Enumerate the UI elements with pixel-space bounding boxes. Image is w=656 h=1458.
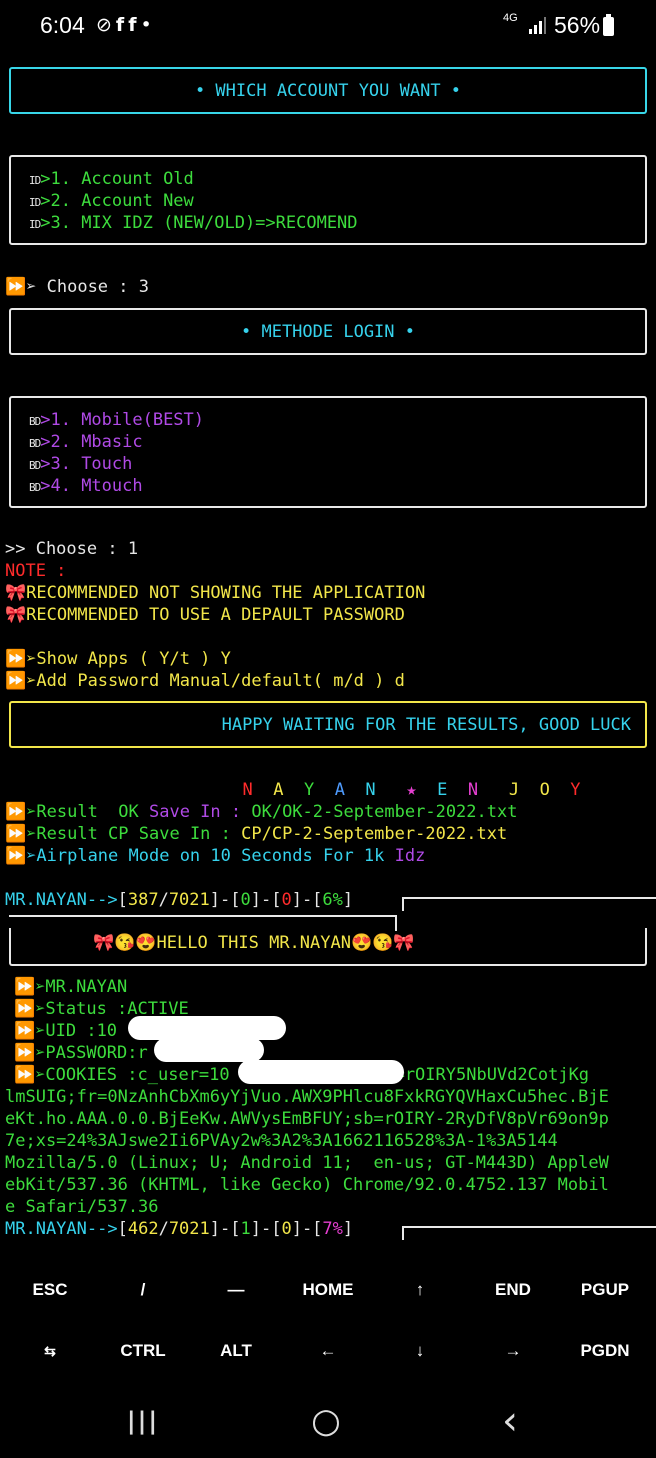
- facebook-icon: f: [128, 14, 141, 36]
- sync-off-icon: ⊘: [96, 14, 116, 36]
- facebook-icon: f: [115, 14, 129, 36]
- wait-box: HAPPY WAITING FOR THE RESULTS, GOOD LUCK: [9, 701, 647, 748]
- hello-text: 🎀😘😍HELLO THIS MR.NAYAN😍😘🎀: [93, 933, 415, 953]
- hello-box: 🎀😘😍HELLO THIS MR.NAYAN😍😘🎀: [9, 928, 647, 966]
- choose-account-value: 3: [138, 277, 150, 297]
- key-dash[interactable]: —: [191, 1266, 281, 1314]
- battery-percent: 56%: [554, 12, 601, 38]
- info-name: ⏩➢MR.NAYAN: [14, 977, 128, 997]
- result-cp-line: ⏩➢Result CP Save In : CP/CP-2-September-…: [5, 824, 508, 844]
- note-line-1: 🎀RECOMMENDED NOT SHOWING THE APPLICATION: [5, 583, 426, 603]
- extra-keys-row-1: ESC / — HOME ↑ END PGUP: [0, 1266, 656, 1314]
- key-right[interactable]: →: [468, 1327, 558, 1375]
- airplane-line: ⏩➢Airplane Mode on 10 Seconds For 1k Idz: [5, 846, 426, 866]
- redaction-mark: [154, 1038, 264, 1062]
- key-up[interactable]: ↑: [375, 1266, 465, 1314]
- battery-icon: [603, 14, 614, 36]
- account-option-1[interactable]: ID>1. Account Old: [29, 168, 194, 192]
- result-ok-line: ⏩➢Result OK Save In : OK/OK-2-September-…: [5, 802, 518, 822]
- progress-bracket-2: [402, 1226, 656, 1240]
- key-pgdn[interactable]: PGDN: [560, 1327, 650, 1375]
- choose-login-value: 1: [127, 539, 139, 559]
- user-agent-line-2: ebKit/537.36 (KHTML, like Gecko) Chrome/…: [5, 1175, 609, 1195]
- key-end[interactable]: END: [468, 1266, 558, 1314]
- progress-line-2: MR.NAYAN-->[462/7021]-[1]-[0]-[7%]: [5, 1219, 354, 1239]
- cookie-line-2: eKt.ho.AAA.0.0.BjEeKw.AWVysEmBFUY;sb=rOI…: [5, 1109, 609, 1129]
- back-icon[interactable]: ‹: [470, 1388, 550, 1458]
- add-password-prompt: ⏩➢Add Password Manual/default( m/d ) d: [5, 671, 405, 691]
- extra-keys-row-2: ⇆ CTRL ALT ← ↓ → PGDN: [0, 1327, 656, 1375]
- star-icon: ★: [406, 780, 417, 800]
- cookie-line-3: 7e;xs=24%3AJswe2Ii6PVAy2w%3A2%3A16621165…: [5, 1131, 558, 1151]
- account-header-text: • WHICH ACCOUNT YOU WANT •: [194, 81, 462, 101]
- info-password: ⏩➢PASSWORD:r: [14, 1043, 148, 1063]
- show-apps-prompt: ⏩➢Show Apps ( Y/t ) Y: [5, 649, 231, 669]
- key-ctrl[interactable]: CTRL: [98, 1327, 188, 1375]
- signal-icon: [529, 17, 546, 34]
- account-header-box: • WHICH ACCOUNT YOU WANT •: [9, 67, 647, 114]
- key-down[interactable]: ↓: [375, 1327, 465, 1375]
- login-option-4[interactable]: BD>4. Mtouch: [29, 475, 143, 499]
- redaction-mark: [238, 1060, 404, 1084]
- notification-icons: ⊘ff•: [96, 14, 156, 36]
- user-agent-line-3: e Safari/537.36: [5, 1197, 159, 1217]
- login-header-text: • METHODE LOGIN •: [241, 322, 415, 342]
- cookie-line-1: lmSUIG;fr=0NzAnhCbXm6yYjVuo.AWX9PHlcu8Fx…: [5, 1087, 609, 1107]
- key-home[interactable]: HOME: [283, 1266, 373, 1314]
- clock: 6:04: [40, 12, 85, 38]
- user-agent-line-1: Mozilla/5.0 (Linux; U; Android 11; en-us…: [5, 1153, 609, 1173]
- recents-icon[interactable]: |||: [103, 1388, 183, 1458]
- account-option-2[interactable]: ID>2. Account New: [29, 190, 194, 214]
- key-tab[interactable]: ⇆: [5, 1327, 95, 1375]
- progress-bracket-1: [402, 897, 656, 911]
- note-line-2: 🎀RECOMMENDED TO USE A DEPAULT PASSWORD: [5, 605, 405, 625]
- key-alt[interactable]: ALT: [191, 1327, 281, 1375]
- login-option-1[interactable]: BD>1. Mobile(BEST): [29, 409, 204, 433]
- redaction-mark: [128, 1016, 286, 1040]
- choose-account-line: ⏩➢ Choose : 3: [5, 277, 150, 297]
- choose-login-line: >> Choose : 1: [5, 539, 139, 559]
- home-icon[interactable]: ○: [286, 1388, 366, 1458]
- key-left[interactable]: ←: [283, 1327, 373, 1375]
- info-uid: ⏩➢UID :10: [14, 1021, 118, 1041]
- login-option-2[interactable]: BD>2. Mbasic: [29, 431, 143, 455]
- key-esc[interactable]: ESC: [5, 1266, 95, 1314]
- login-header-box: • METHODE LOGIN •: [9, 308, 647, 355]
- nayan-enjoy-banner: N A Y A N ★ E N J O Y: [242, 780, 581, 800]
- status-bar: 6:04 ⊘ff• 4G 56%: [0, 0, 656, 52]
- wait-text: HAPPY WAITING FOR THE RESULTS, GOOD LUCK: [221, 715, 631, 735]
- login-option-3[interactable]: BD>3. Touch: [29, 453, 132, 477]
- key-pgup[interactable]: PGUP: [560, 1266, 650, 1314]
- navigation-bar: ||| ○ ‹: [0, 1388, 656, 1458]
- progress-line-1: MR.NAYAN-->[387/7021]-[0]-[0]-[6%]: [5, 890, 354, 910]
- account-option-3[interactable]: ID>3. MIX IDZ (NEW/OLD)=>RECOMEND: [29, 212, 358, 236]
- account-menu: ID>1. Account Old ID>2. Account New ID>3…: [9, 155, 647, 245]
- login-menu: BD>1. Mobile(BEST) BD>2. Mbasic BD>3. To…: [9, 396, 647, 508]
- key-slash[interactable]: /: [98, 1266, 188, 1314]
- dot-icon: •: [140, 14, 156, 36]
- network-type: 4G: [503, 12, 518, 24]
- note-label: NOTE :: [5, 561, 67, 581]
